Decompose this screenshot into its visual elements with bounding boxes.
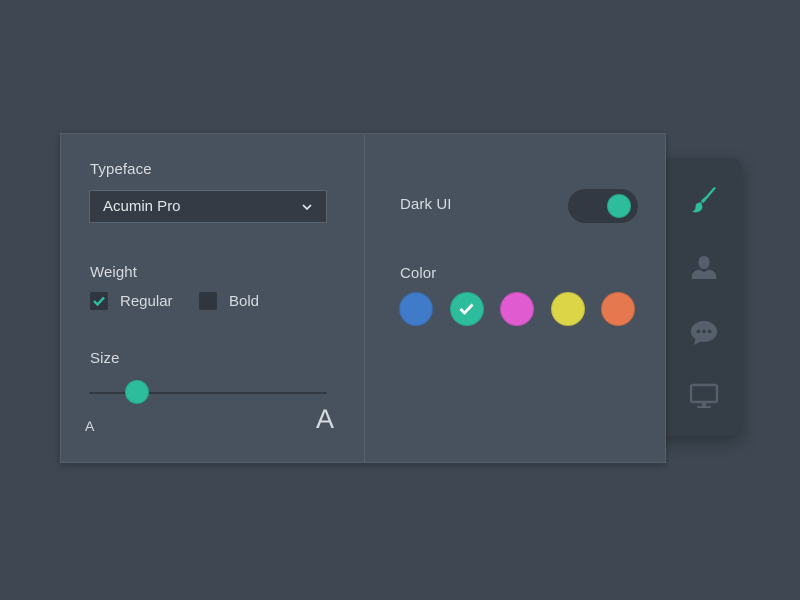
rail-item-style[interactable]	[684, 180, 724, 220]
chat-bubble-icon	[691, 321, 717, 345]
checkmark-icon	[459, 303, 474, 315]
chevron-down-icon	[302, 203, 312, 210]
color-label: Color	[400, 265, 437, 282]
typeface-select[interactable]: Acumin Pro	[89, 190, 327, 223]
color-swatch-pink[interactable]	[500, 292, 534, 326]
color-swatch-orange[interactable]	[601, 292, 635, 326]
checkmark-icon	[93, 296, 105, 306]
size-min-label: A	[85, 418, 95, 434]
rail-item-display[interactable]	[684, 376, 724, 416]
checkbox-box	[199, 292, 217, 310]
rail-item-profile[interactable]	[684, 248, 724, 288]
weight-regular-checkbox[interactable]: Regular	[90, 292, 173, 310]
weight-bold-checkbox[interactable]: Bold	[199, 292, 259, 310]
paintbrush-icon	[692, 187, 717, 213]
size-slider[interactable]	[89, 380, 327, 404]
color-swatch-blue[interactable]	[399, 292, 433, 326]
size-label: Size	[90, 350, 120, 367]
stage: Typeface Acumin Pro Weight Regular Bold …	[0, 0, 800, 600]
size-slider-thumb[interactable]	[124, 380, 149, 404]
monitor-icon	[689, 383, 719, 408]
checkbox-box	[90, 292, 108, 310]
toggle-knob	[607, 194, 631, 218]
size-max-label: A	[316, 404, 335, 434]
rail-item-messages[interactable]	[684, 313, 724, 353]
settings-panel: Typeface Acumin Pro Weight Regular Bold …	[60, 133, 666, 463]
typeface-value: Acumin Pro	[103, 198, 181, 215]
typeface-label: Typeface	[90, 161, 152, 178]
weight-bold-label: Bold	[229, 292, 260, 310]
color-swatch-yellow[interactable]	[550, 292, 585, 326]
dark-ui-toggle[interactable]	[568, 189, 638, 223]
user-icon	[692, 256, 716, 279]
weight-regular-label: Regular	[120, 292, 173, 310]
weight-label: Weight	[90, 264, 138, 281]
column-divider	[364, 134, 365, 462]
color-swatch-teal[interactable]	[449, 292, 484, 326]
dark-ui-label: Dark UI	[400, 196, 452, 213]
